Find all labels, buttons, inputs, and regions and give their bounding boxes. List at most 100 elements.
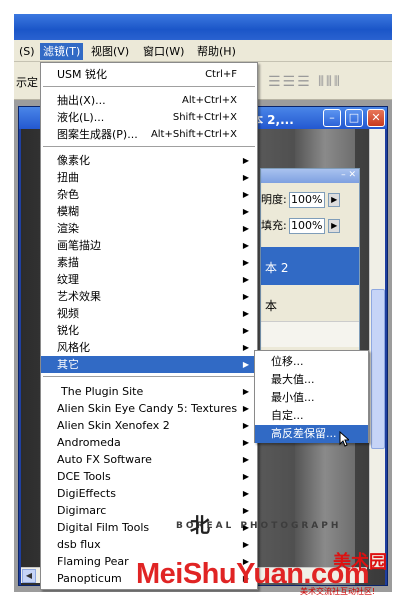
menu-item-label: dsb flux — [57, 538, 101, 551]
photo-watermark-logo: 北 — [190, 513, 213, 537]
submenu-item-minimum[interactable]: 最小值... — [255, 389, 368, 407]
menu-item-label: 杂色 — [57, 188, 79, 201]
menu-item-label: 视频 — [57, 307, 79, 320]
menu-item-xenofex[interactable]: Alien Skin Xenofex 2 ▶ — [41, 417, 257, 434]
menu-item-label: DigiEffects — [57, 487, 116, 500]
menu-item-noise[interactable]: 杂色 ▶ — [41, 186, 257, 203]
layers-panel-header: – ✕ — [261, 169, 359, 183]
photoshop-window: (S) 滤镜(T) 视图(V) 窗口(W) 帮助(H) 示定 ☰☰☰ ⫴⫴⫴ 本… — [14, 14, 392, 592]
menu-select[interactable]: (S) — [16, 43, 38, 60]
menu-item-dsb-flux[interactable]: dsb flux ▶ — [41, 536, 257, 553]
menu-window[interactable]: 窗口(W) — [140, 43, 187, 60]
menu-item-label: 模糊 — [57, 205, 79, 218]
menu-item-pattern-maker[interactable]: 图案生成器(P)... Alt+Shift+Ctrl+X — [41, 126, 257, 143]
submenu-arrow-icon: ▶ — [242, 540, 249, 549]
fill-field[interactable]: 100% — [288, 218, 325, 234]
menu-bar: (S) 滤镜(T) 视图(V) 窗口(W) 帮助(H) — [14, 40, 392, 62]
submenu-arrow-icon: ▶ — [242, 173, 249, 182]
menu-item-label: 扭曲 — [57, 171, 79, 184]
vertical-scrollbar[interactable] — [369, 129, 385, 569]
menu-item-blur[interactable]: 模糊 ▶ — [41, 203, 257, 220]
opacity-field[interactable]: 100% — [288, 192, 325, 208]
other-submenu: 位移... 最大值... 最小值... 自定... 高反差保留... — [254, 350, 369, 443]
submenu-arrow-icon: ▶ — [242, 258, 249, 267]
menu-item-label: 其它 — [57, 358, 79, 371]
menu-item-stylize[interactable]: 风格化 ▶ — [41, 339, 257, 356]
scroll-left-icon[interactable]: ◀ — [22, 569, 36, 583]
layer-selected-name: 本 2 — [265, 261, 289, 275]
menu-item-liquify[interactable]: 液化(L)... Shift+Ctrl+X — [41, 109, 257, 126]
submenu-arrow-icon: ▶ — [242, 404, 249, 413]
submenu-item-high-pass[interactable]: 高反差保留... — [255, 425, 368, 443]
layer-name[interactable]: 本 — [265, 297, 277, 314]
submenu-arrow-icon: ▶ — [242, 343, 249, 352]
menu-item-video[interactable]: 视频 ▶ — [41, 305, 257, 322]
panel-window-icons[interactable]: – ✕ — [341, 170, 356, 180]
menu-shortcut: Ctrl+F — [205, 69, 237, 80]
menu-item-label: 纹理 — [57, 273, 79, 286]
menu-item-artistic[interactable]: 艺术效果 ▶ — [41, 288, 257, 305]
submenu-arrow-icon: ▶ — [242, 506, 249, 515]
menu-item-label: Digital Film Tools — [57, 521, 150, 534]
fill-arrow-icon[interactable]: ▶ — [328, 219, 341, 233]
layers-panel: – ✕ 明度: 100% ▶ 填充: 100% ▶ 本 2 本 — [260, 168, 360, 358]
menu-shortcut: Alt+Ctrl+X — [182, 95, 237, 106]
menu-item-other[interactable]: 其它 ▶ — [41, 356, 257, 373]
menu-item-digimarc[interactable]: Digimarc ▶ — [41, 502, 257, 519]
maximize-icon[interactable]: □ — [345, 109, 363, 127]
menu-item-label: Alien Skin Eye Candy 5: Textures — [57, 402, 238, 415]
cn-slogan-watermark: 美术交流社互动社区! — [300, 587, 376, 596]
menu-item-pixelate[interactable]: 像素化 ▶ — [41, 152, 257, 169]
menu-item-render[interactable]: 渲染 ▶ — [41, 220, 257, 237]
menu-item-label: 艺术效果 — [57, 290, 101, 303]
menu-view[interactable]: 视图(V) — [88, 43, 132, 60]
menu-divider — [43, 376, 255, 377]
mouse-cursor-icon — [339, 431, 349, 447]
menu-item-label: Digimarc — [57, 504, 107, 517]
menu-divider — [43, 146, 255, 147]
menu-item-extract[interactable]: 抽出(X)... Alt+Ctrl+X — [41, 92, 257, 109]
menu-item-label: 渲染 — [57, 222, 79, 235]
submenu-item-custom[interactable]: 自定... — [255, 407, 368, 425]
submenu-arrow-icon: ▶ — [242, 241, 249, 250]
menu-item-sketch[interactable]: 素描 ▶ — [41, 254, 257, 271]
menu-item-eye-candy[interactable]: Alien Skin Eye Candy 5: Textures ▶ — [41, 400, 257, 417]
submenu-item-offset[interactable]: 位移... — [255, 353, 368, 371]
menu-item-brush-strokes[interactable]: 画笔描边 ▶ — [41, 237, 257, 254]
menu-item-plugin-site[interactable]: The Plugin Site ▶ — [41, 383, 257, 400]
submenu-arrow-icon: ▶ — [242, 387, 249, 396]
layer-selected[interactable]: 本 2 — [261, 247, 359, 285]
menu-item-usm[interactable]: USM 锐化 Ctrl+F — [41, 66, 257, 83]
submenu-arrow-icon: ▶ — [242, 438, 249, 447]
menu-shortcut: Alt+Shift+Ctrl+X — [150, 129, 237, 140]
menu-item-label: 像素化 — [57, 154, 90, 167]
menu-divider — [43, 86, 255, 87]
menu-item-dce-tools[interactable]: DCE Tools ▶ — [41, 468, 257, 485]
photo-watermark: 北 BOREAL PHOTOGRAPH — [176, 513, 341, 537]
close-icon[interactable]: ✕ — [367, 109, 385, 127]
menu-item-distort[interactable]: 扭曲 ▶ — [41, 169, 257, 186]
menu-item-label: 素描 — [57, 256, 79, 269]
submenu-arrow-icon: ▶ — [242, 224, 249, 233]
opacity-arrow-icon[interactable]: ▶ — [328, 193, 341, 207]
menu-item-label: Alien Skin Xenofex 2 — [57, 419, 170, 432]
scroll-thumb[interactable] — [371, 289, 385, 449]
menu-item-auto-fx[interactable]: Auto FX Software ▶ — [41, 451, 257, 468]
submenu-item-maximum[interactable]: 最大值... — [255, 371, 368, 389]
menu-item-andromeda[interactable]: Andromeda ▶ — [41, 434, 257, 451]
fill-label: 填充: — [261, 219, 287, 232]
menu-help[interactable]: 帮助(H) — [194, 43, 239, 60]
menu-item-label: 画笔描边 — [57, 239, 101, 252]
align-icons[interactable]: ☰☰☰ ⫴⫴⫴ — [268, 74, 342, 90]
minimize-icon[interactable]: – — [323, 109, 341, 127]
submenu-arrow-icon: ▶ — [242, 472, 249, 481]
menu-item-label: The Plugin Site — [61, 385, 144, 398]
menu-item-texture[interactable]: 纹理 ▶ — [41, 271, 257, 288]
menu-item-sharpen[interactable]: 锐化 ▶ — [41, 322, 257, 339]
menu-filter[interactable]: 滤镜(T) — [40, 43, 84, 60]
screenshot-frame: (S) 滤镜(T) 视图(V) 窗口(W) 帮助(H) 示定 ☰☰☰ ⫴⫴⫴ 本… — [0, 0, 405, 603]
fill-row: 填充: 100% ▶ — [261, 217, 359, 234]
opacity-row: 明度: 100% ▶ — [261, 191, 359, 208]
layer-background[interactable] — [261, 321, 359, 347]
menu-item-digieffects[interactable]: DigiEffects ▶ — [41, 485, 257, 502]
